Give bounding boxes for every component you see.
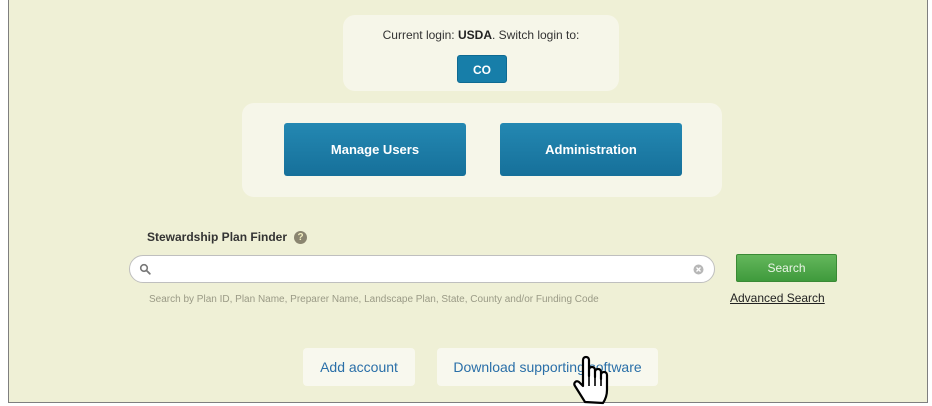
current-login-text: Current login: USDA. Switch login to:: [343, 28, 619, 42]
download-software-link[interactable]: Download supporting software: [437, 348, 658, 386]
search-icon: [139, 263, 151, 275]
login-panel: Current login: USDA. Switch login to: CO: [343, 15, 619, 91]
manage-users-button[interactable]: Manage Users: [284, 123, 466, 176]
advanced-search-link[interactable]: Advanced Search: [730, 291, 825, 305]
search-button[interactable]: Search: [736, 254, 837, 282]
plan-finder-title-text: Stewardship Plan Finder: [147, 230, 288, 244]
help-icon[interactable]: ?: [294, 231, 308, 245]
search-box: [129, 255, 715, 283]
add-account-link[interactable]: Add account: [303, 348, 415, 386]
clear-icon[interactable]: [693, 264, 704, 275]
switch-login-co-button[interactable]: CO: [457, 55, 507, 83]
login-prefix: Current login:: [382, 28, 458, 42]
search-hint: Search by Plan ID, Plan Name, Preparer N…: [149, 294, 599, 305]
search-input[interactable]: [154, 260, 698, 280]
current-login-user: USDA: [457, 28, 492, 42]
login-suffix: . Switch login to:: [492, 28, 580, 42]
actions-panel: Manage Users Administration: [242, 103, 722, 197]
main-frame: Current login: USDA. Switch login to: CO…: [8, 0, 928, 405]
administration-button[interactable]: Administration: [500, 123, 682, 176]
hand-cursor-icon: [573, 355, 609, 405]
plan-finder-title: Stewardship Plan Finder?: [147, 230, 308, 245]
